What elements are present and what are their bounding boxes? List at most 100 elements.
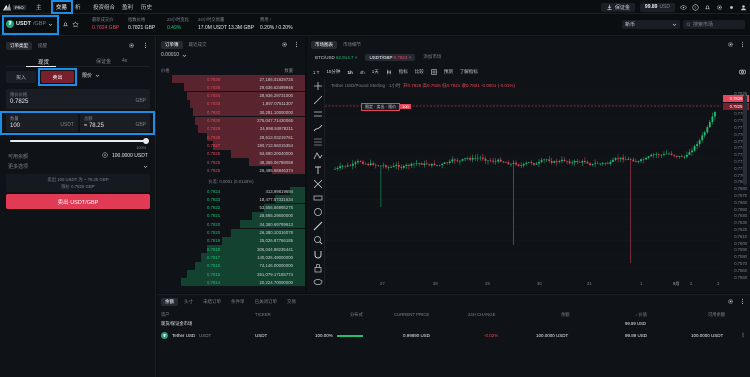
tab-trades[interactable]: 交易	[283, 298, 300, 306]
tab-orderbook[interactable]: 订单簿	[161, 41, 183, 49]
ask-row[interactable]: 0.7827 190,713.56015354	[157, 141, 305, 150]
slider-handle[interactable]	[143, 138, 149, 144]
tab-positions[interactable]: 头寸	[180, 298, 197, 306]
gear-icon[interactable]	[716, 4, 723, 11]
gear-icon[interactable]	[128, 42, 135, 49]
pair-selector[interactable]: ₮ USDT/GBP	[6, 20, 53, 28]
deposit-button[interactable]: 保证金	[600, 2, 635, 12]
ask-row[interactable]: 0.7829 24,998.84978211	[157, 124, 305, 133]
logo[interactable]: PRO	[3, 3, 29, 11]
bid-row[interactable]: 0.7823 18,477.57331634	[157, 195, 305, 204]
trendline-icon[interactable]	[313, 95, 323, 105]
chart-scrollbar[interactable]	[743, 95, 747, 185]
bid-row[interactable]: 0.7820 26,380.10316078	[157, 228, 305, 237]
ask-row[interactable]: 0.7836 27,186.01929725	[157, 75, 305, 84]
measure-icon[interactable]	[313, 193, 323, 203]
bid-row[interactable]: 0.7820 34,380.69799613	[157, 220, 305, 229]
nav-home[interactable]: 主	[36, 3, 42, 11]
lock-icon[interactable]	[313, 263, 323, 273]
star-icon[interactable]	[72, 21, 79, 28]
buy-button[interactable]: 买入	[6, 71, 36, 83]
bid-row[interactable]: 0.7817 140,026.49000000	[157, 253, 305, 262]
ask-row[interactable]: 0.7835 29,636.63499946	[157, 83, 305, 92]
ask-row[interactable]: 0.7834 28,936.29731000	[157, 91, 305, 100]
tab-order-type[interactable]: 订单类型	[6, 42, 32, 50]
tab-closed-orders[interactable]: 已关闭订单	[251, 298, 282, 306]
balance-display[interactable]: 99.89 USD	[639, 2, 675, 12]
camera-icon[interactable]	[739, 68, 746, 75]
bid-row[interactable]: 0.7821 28,565.29600000	[157, 211, 305, 221]
zoom-in-icon[interactable]	[313, 235, 323, 245]
tab-alerts[interactable]: 提醒	[34, 42, 51, 50]
ask-row[interactable]: 0.7833 1,897.07511307	[157, 99, 305, 109]
text-icon[interactable]	[313, 165, 323, 175]
eye-icon[interactable]	[680, 4, 687, 11]
gear-icon[interactable]	[727, 298, 734, 305]
spread-precision-select[interactable]: 0.00010	[161, 52, 187, 58]
tab-margin[interactable]: 保证金	[96, 58, 111, 65]
stat-fees[interactable]: 费用 ↑ 0.20% / 0.20%	[260, 17, 293, 31]
tab-conditional[interactable]: 条件单	[227, 298, 249, 306]
order-type-select[interactable]: 限价	[82, 72, 100, 79]
bid-row[interactable]: 0.7816 74,146.00000000	[157, 261, 305, 270]
market-search-input[interactable]: 搜索市场	[683, 20, 745, 29]
emoji-icon[interactable]	[313, 207, 323, 217]
nav-portfolio[interactable]: 投资组合	[93, 3, 115, 11]
sell-button[interactable]: 卖出	[41, 71, 74, 83]
ask-row[interactable]: 0.7826 84,690.20040000	[157, 149, 305, 158]
more-icon[interactable]	[740, 332, 746, 338]
gear-icon[interactable]	[281, 41, 288, 48]
brush-icon[interactable]	[313, 123, 323, 133]
bell-alert-icon[interactable]	[62, 21, 69, 28]
tab-open-orders[interactable]: 未结订单	[199, 298, 225, 306]
gear-icon[interactable]	[727, 41, 734, 48]
interval-1t[interactable]: 1 T	[313, 70, 319, 75]
bid-row[interactable]: 0.7824 413.99819694	[157, 187, 305, 196]
nav-analysis[interactable]: 析	[75, 3, 81, 11]
table-row[interactable]: ₮ Tether USD USDT USDT 100.00% 0.99890 U…	[157, 331, 750, 343]
ask-row[interactable]: 0.7830 275,047.71430065	[157, 116, 305, 125]
magnet-icon[interactable]	[313, 249, 323, 259]
market-filter-dropdown[interactable]: 新币	[622, 20, 680, 29]
hlines-icon[interactable]	[313, 109, 323, 119]
tab-recent-trades[interactable]: 最近成交	[185, 41, 211, 49]
user-icon[interactable]	[740, 4, 747, 11]
total-field[interactable]: 总额 ≈ 78.25 GBP	[80, 114, 150, 132]
more-icon[interactable]	[739, 298, 746, 305]
ask-row[interactable]: 0.7832 30,281.10000000	[157, 108, 305, 117]
help-icon[interactable]: ?	[692, 3, 699, 11]
amount-slider[interactable]	[10, 140, 146, 142]
submit-sell-button[interactable]: 卖出 USDT/GBP	[6, 194, 150, 209]
ruler-icon[interactable]	[313, 221, 323, 231]
fib-icon[interactable]	[313, 137, 323, 147]
bid-row[interactable]: 0.7819 25,026.87766185	[157, 236, 305, 245]
col-value[interactable]: ↓ 价值	[635, 312, 647, 318]
nav-earn[interactable]: 盈利	[122, 3, 133, 11]
nav-trade[interactable]: 交易	[56, 3, 67, 11]
tab-balances[interactable]: 余额	[161, 298, 178, 306]
pattern-icon[interactable]	[313, 151, 323, 161]
bid-row[interactable]: 0.7822 53,556.66995275	[157, 203, 305, 212]
arrows-icon[interactable]	[313, 179, 323, 189]
ask-row[interactable]: 0.7825 26,495.66846374	[157, 166, 305, 175]
quantity-field[interactable]: 数量 100 USDT	[6, 114, 78, 132]
sun-icon[interactable]	[728, 4, 735, 11]
more-icon[interactable]	[142, 42, 149, 49]
bid-row[interactable]: 0.7814 20,224.70000000	[157, 278, 305, 287]
bid-row[interactable]: 0.7818 305,044.88235441	[157, 245, 305, 254]
ask-row[interactable]: 0.7828 28,513.03219761	[157, 133, 305, 142]
crosshair-icon[interactable]	[313, 81, 323, 91]
eye-icon[interactable]	[313, 277, 323, 287]
orderbook-tabs: 订单簿 最近成交	[161, 41, 211, 49]
tab-leverage[interactable]: 4x	[122, 58, 127, 64]
ask-row[interactable]: 0.7825 48,365.06788058	[157, 158, 305, 167]
more-icon[interactable]	[293, 41, 300, 48]
more-options-toggle[interactable]: 更多选项	[8, 163, 148, 170]
bid-row[interactable]: 0.7815 261,079.17155774	[157, 270, 305, 279]
bell-icon[interactable]	[704, 4, 711, 11]
more-icon[interactable]	[739, 41, 746, 48]
tab-spot[interactable]: 现货	[38, 58, 49, 66]
nav-history[interactable]: 历史	[141, 3, 152, 11]
limit-price-field[interactable]: 限价价格 0.7825 GBP	[6, 89, 150, 109]
plus-circle-icon[interactable]	[102, 152, 108, 158]
